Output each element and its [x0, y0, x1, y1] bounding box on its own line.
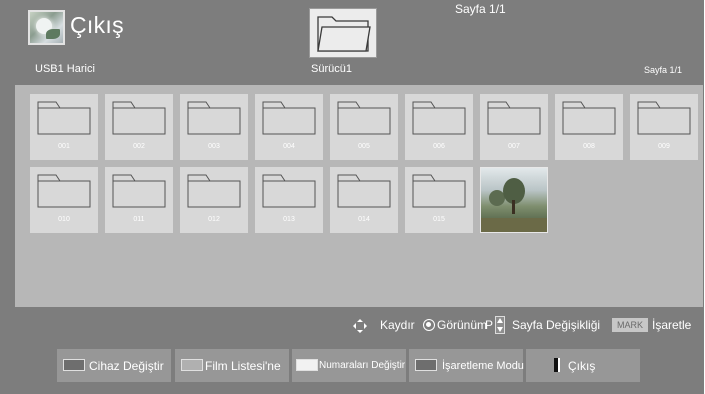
page-indicator-top: Sayfa 1/1: [455, 2, 506, 16]
folder-tile[interactable]: 005: [330, 94, 398, 160]
move-arrows-icon: [353, 319, 367, 333]
folder-label: 012: [208, 216, 220, 223]
folder-tile[interactable]: 010: [30, 167, 98, 233]
photo-thumbnail[interactable]: [480, 167, 548, 233]
movie-list-button[interactable]: Film Listesi'ne: [175, 349, 289, 382]
folder-tile[interactable]: 003: [180, 94, 248, 160]
green-key-swatch: [181, 359, 203, 371]
drive-label: Sürücü1: [311, 63, 352, 75]
folder-label: 003: [208, 143, 220, 150]
movie-list-label: Film Listesi'ne: [205, 359, 281, 373]
hint-view: Görünüm: [437, 318, 488, 332]
folder-tile[interactable]: 007: [480, 94, 548, 160]
hint-move: Kaydır: [380, 318, 415, 332]
folder-label: 006: [433, 143, 445, 150]
file-grid: 001 002 003 004 005 006 007 008 009 010 …: [15, 85, 703, 307]
media-browser-screen: Çıkış Sayfa 1/1 USB1 Harici Sürücü1 Sayf…: [0, 0, 704, 394]
yellow-key-swatch: [296, 359, 318, 371]
folder-tile[interactable]: 009: [630, 94, 698, 160]
folder-label: 009: [658, 143, 670, 150]
folder-tile[interactable]: 012: [180, 167, 248, 233]
folder-label: 010: [58, 216, 70, 223]
folder-label: 007: [508, 143, 520, 150]
folder-tile[interactable]: 015: [405, 167, 473, 233]
folder-label: 013: [283, 216, 295, 223]
device-label: USB1 Harici: [35, 63, 95, 75]
folder-tile[interactable]: 011: [105, 167, 173, 233]
folder-tile[interactable]: 002: [105, 94, 173, 160]
folder-label: 002: [133, 143, 145, 150]
exit-button[interactable]: Çıkış: [526, 349, 640, 382]
folder-label: 005: [358, 143, 370, 150]
hint-page-change: Sayfa Değişikliği: [512, 318, 601, 332]
view-radio-icon: [423, 319, 435, 331]
blue-key-swatch: [415, 359, 437, 371]
folder-label: 001: [58, 143, 70, 150]
page-indicator: Sayfa 1/1: [644, 65, 683, 75]
folder-label: 015: [433, 216, 445, 223]
mark-mode-button[interactable]: İşaretleme Modu: [409, 349, 524, 382]
mark-key-badge: MARK: [612, 318, 648, 332]
page-title: Çıkış: [70, 12, 124, 38]
folder-tile[interactable]: 006: [405, 94, 473, 160]
hint-p-key: P: [485, 318, 494, 332]
current-folder-icon: [309, 8, 377, 58]
change-numbers-button[interactable]: Numaraları Değiştir: [292, 349, 406, 382]
folder-label: 014: [358, 216, 370, 223]
folder-tile[interactable]: 013: [255, 167, 323, 233]
page-up-down-icon: [495, 316, 505, 334]
exit-door-icon: [554, 358, 560, 372]
mark-mode-label: İşaretleme Modu: [442, 360, 524, 372]
folder-label: 004: [283, 143, 295, 150]
folder-tile[interactable]: 014: [330, 167, 398, 233]
folder-label: 008: [583, 143, 595, 150]
folder-label: 011: [133, 216, 145, 223]
exit-label: Çıkış: [568, 359, 596, 373]
change-device-button[interactable]: Cihaz Değiştir: [57, 349, 171, 382]
media-browser-logo-icon: [28, 10, 65, 45]
folder-tile[interactable]: 004: [255, 94, 323, 160]
change-numbers-label: Numaraları Değiştir: [319, 360, 406, 371]
hint-mark: İşaretle: [652, 318, 692, 332]
change-device-label: Cihaz Değiştir: [89, 359, 164, 373]
red-key-swatch: [63, 359, 85, 371]
folder-tile[interactable]: 008: [555, 94, 623, 160]
folder-tile[interactable]: 001: [30, 94, 98, 160]
